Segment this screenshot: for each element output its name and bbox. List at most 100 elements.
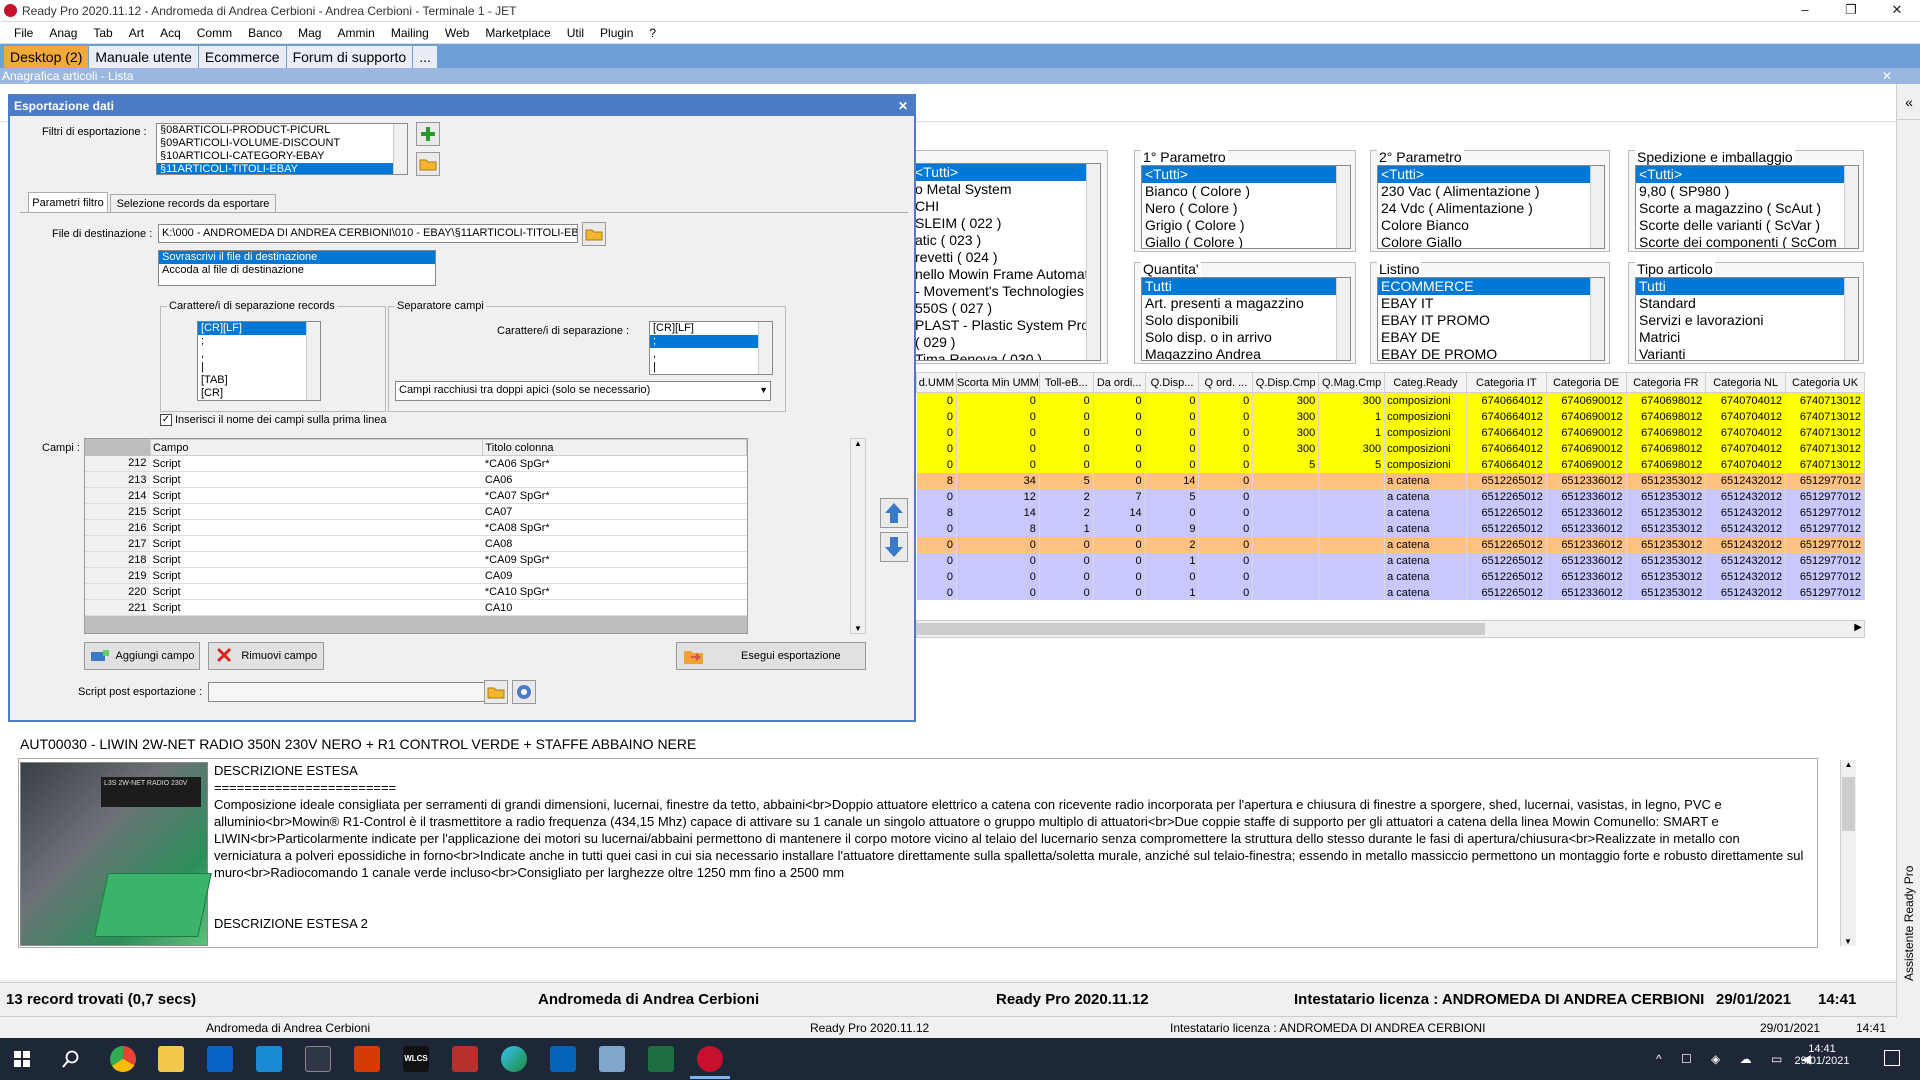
table-row[interactable]: 000020a catena 6512265012 6512336012 651235…: [916, 536, 1865, 553]
list-item[interactable]: §10ARTICOLI-CATEGORY-EBAY: [157, 150, 407, 163]
mail-icon[interactable]: [207, 1046, 233, 1072]
list-item[interactable]: [TAB]: [198, 374, 320, 387]
menu-ammin[interactable]: Ammin: [329, 22, 382, 44]
list-item[interactable]: §08ARTICOLI-PRODUCT-PICURL: [157, 124, 407, 137]
list-item[interactable]: 550S ( 027 ): [912, 300, 1100, 317]
menu-banco[interactable]: Banco: [240, 22, 290, 44]
table-row[interactable]: 000010a catena 6512265012 6512336012 651235…: [916, 584, 1865, 600]
assistant-label[interactable]: Assistente Ready Pro: [1902, 866, 1916, 981]
list-item[interactable]: atic ( 023 ): [912, 232, 1100, 249]
table-row[interactable]: 0 0 0 0 0 0 300 1 composizioni 6740664012 67406900…: [916, 408, 1865, 425]
list-item[interactable]: EBAY DE PROMO: [1378, 346, 1604, 360]
scroll-up-icon[interactable]: ▲: [851, 439, 865, 448]
list-item[interactable]: Solo disponibili: [1142, 312, 1350, 329]
list-item[interactable]: Sovrascrivi il file di destinazione: [159, 251, 435, 265]
scroll-down-icon[interactable]: ▼: [1841, 937, 1855, 946]
filezilla-icon[interactable]: [452, 1046, 478, 1072]
table-row[interactable]: 214 Script *CA07 SpGr*: [85, 487, 747, 504]
outlook-icon[interactable]: [550, 1046, 576, 1072]
wlcs-icon[interactable]: WLCS: [403, 1046, 429, 1072]
list-item[interactable]: EBAY DE: [1378, 329, 1604, 346]
grid-column-header[interactable]: Q.Mag.Cmp: [1318, 372, 1386, 393]
close-window-button[interactable]: ✕: [1874, 0, 1920, 22]
export-filters-list[interactable]: §08ARTICOLI-PRODUCT-PICURL §09ARTICOLI-V…: [156, 123, 408, 175]
menu-marketplace[interactable]: Marketplace: [477, 22, 558, 44]
menu-help[interactable]: ?: [641, 22, 664, 44]
tab-ecommerce[interactable]: Ecommerce: [198, 45, 287, 68]
grid-column-header[interactable]: Scorta Min UMM: [955, 372, 1040, 393]
list-item[interactable]: ;: [650, 334, 772, 349]
fields-scrollbar[interactable]: ▲ ▼: [850, 438, 866, 634]
table-row[interactable]: 220 Script *CA10 SpGr*: [85, 583, 747, 600]
grid-column-header[interactable]: Toll-eB...: [1038, 372, 1094, 393]
grid-column-header[interactable]: Categoria NL: [1705, 372, 1787, 393]
param1-list[interactable]: <Tutti> Bianco ( Colore ) Nero ( Colore …: [1141, 165, 1351, 249]
table-row[interactable]: 212 Script *CA06 SpGr*: [85, 455, 747, 472]
menu-art[interactable]: Art: [121, 22, 152, 44]
param2-list[interactable]: <Tutti> 230 Vac ( Alimentazione ) 24 Vdc…: [1377, 165, 1605, 249]
windows-start-icon[interactable]: [14, 1051, 30, 1067]
description-scrollbar[interactable]: ▲ ▼: [1840, 760, 1856, 946]
sidebar-toggle-icon[interactable]: «: [1897, 84, 1920, 120]
grid-column-header[interactable]: Categ.Ready: [1384, 372, 1467, 393]
open-filter-button[interactable]: [416, 152, 440, 176]
table-row[interactable]: 8 34 5 0 14 0 a catena 6512265012 6512336012 6512…: [916, 472, 1865, 489]
grid-column-header[interactable]: Da ordi...: [1092, 372, 1146, 393]
tab-parametri-filtro[interactable]: Parametri filtro: [28, 192, 108, 212]
table-row[interactable]: 218 Script *CA09 SpGr*: [85, 551, 747, 568]
list-item[interactable]: 230 Vac ( Alimentazione ): [1378, 183, 1604, 200]
list-item[interactable]: ,: [198, 348, 320, 361]
list-item[interactable]: o Metal System: [912, 181, 1100, 198]
maximize-button[interactable]: ❐: [1828, 0, 1874, 22]
minimize-button[interactable]: –: [1782, 0, 1828, 22]
menu-comm[interactable]: Comm: [189, 22, 240, 44]
excel-icon[interactable]: [648, 1046, 674, 1072]
notes-icon[interactable]: [599, 1046, 625, 1072]
scroll-down-icon[interactable]: ▼: [851, 624, 865, 633]
notifications-icon[interactable]: [1884, 1050, 1900, 1066]
list-item[interactable]: §11ARTICOLI-TITOLI-EBAY: [157, 162, 407, 174]
table-row[interactable]: 000010a catena 6512265012 6512336012 651235…: [916, 552, 1865, 569]
tab-desktop[interactable]: Desktop (2): [4, 45, 90, 68]
list-item[interactable]: ( 029 ): [912, 334, 1100, 351]
list-item[interactable]: ECOMMERCE: [1378, 278, 1604, 296]
list-item[interactable]: Giallo ( Colore ): [1142, 234, 1350, 248]
list-item[interactable]: Scorte dei componenti ( ScCom: [1636, 234, 1858, 248]
tray-clock[interactable]: 14:41 29/01/2021: [1782, 1043, 1862, 1067]
list-item[interactable]: [CR][LF]: [198, 322, 320, 336]
list-item[interactable]: 24 Vdc ( Alimentazione ): [1378, 200, 1604, 217]
grid-column-header[interactable]: Q ord. ...: [1198, 372, 1254, 393]
scroll-right-icon[interactable]: ▶: [1854, 622, 1862, 633]
table-row[interactable]: 219 Script CA09: [85, 567, 747, 584]
list-item[interactable]: |: [650, 361, 772, 374]
list-item[interactable]: nello Mowin Frame Automati: [912, 266, 1100, 283]
record-separator-list[interactable]: [CR][LF] ; , | [TAB] [CR]: [197, 321, 321, 401]
add-field-button[interactable]: Aggiungi campo: [84, 642, 200, 670]
tab-more[interactable]: ...: [413, 45, 438, 68]
menu-plugin[interactable]: Plugin: [592, 22, 641, 44]
list-scrollbar[interactable]: [1336, 166, 1350, 248]
table-row[interactable]: 217 Script CA08: [85, 535, 747, 552]
list-scrollbar[interactable]: [758, 322, 772, 374]
edge-icon[interactable]: [501, 1046, 527, 1072]
list-item[interactable]: PLAST - Plastic System Produ: [912, 317, 1100, 334]
list-item[interactable]: Tima Renova ( 030 ): [912, 351, 1100, 360]
list-scrollbar[interactable]: [1590, 166, 1604, 248]
tab-manuale-utente[interactable]: Manuale utente: [89, 45, 199, 68]
list-item[interactable]: Magazzino Andrea: [1142, 346, 1350, 360]
strip-close-button[interactable]: ✕: [1882, 68, 1892, 84]
list-item[interactable]: <Tutti>: [1378, 166, 1604, 184]
list-item[interactable]: <Tutti>: [912, 164, 1100, 182]
list-item[interactable]: revetti ( 024 ): [912, 249, 1100, 266]
list-item[interactable]: Accoda al file di destinazione: [159, 264, 435, 277]
table-row[interactable]: 8 14 2 14 0 0 a catena 6512265012 6512336012 6512…: [916, 504, 1865, 521]
list-item[interactable]: Standard: [1636, 295, 1858, 312]
list-item[interactable]: <Tutti>: [1142, 166, 1350, 184]
remove-field-button[interactable]: ✕ Rimuovi campo: [208, 642, 324, 670]
grid-column-header[interactable]: Q.Disp...: [1144, 372, 1200, 393]
table-row[interactable]: 215 Script CA07: [85, 503, 747, 520]
table-row[interactable]: 0 12 2 7 5 0 a catena 6512265012 6512336012 65123…: [916, 488, 1865, 505]
table-row[interactable]: 0 0 0 0 0 0 300 1 composizioni 6740664012 67406900…: [916, 424, 1865, 441]
list-item[interactable]: |: [198, 361, 320, 374]
field-separator-list[interactable]: [CR][LF] ; , |: [649, 321, 773, 375]
